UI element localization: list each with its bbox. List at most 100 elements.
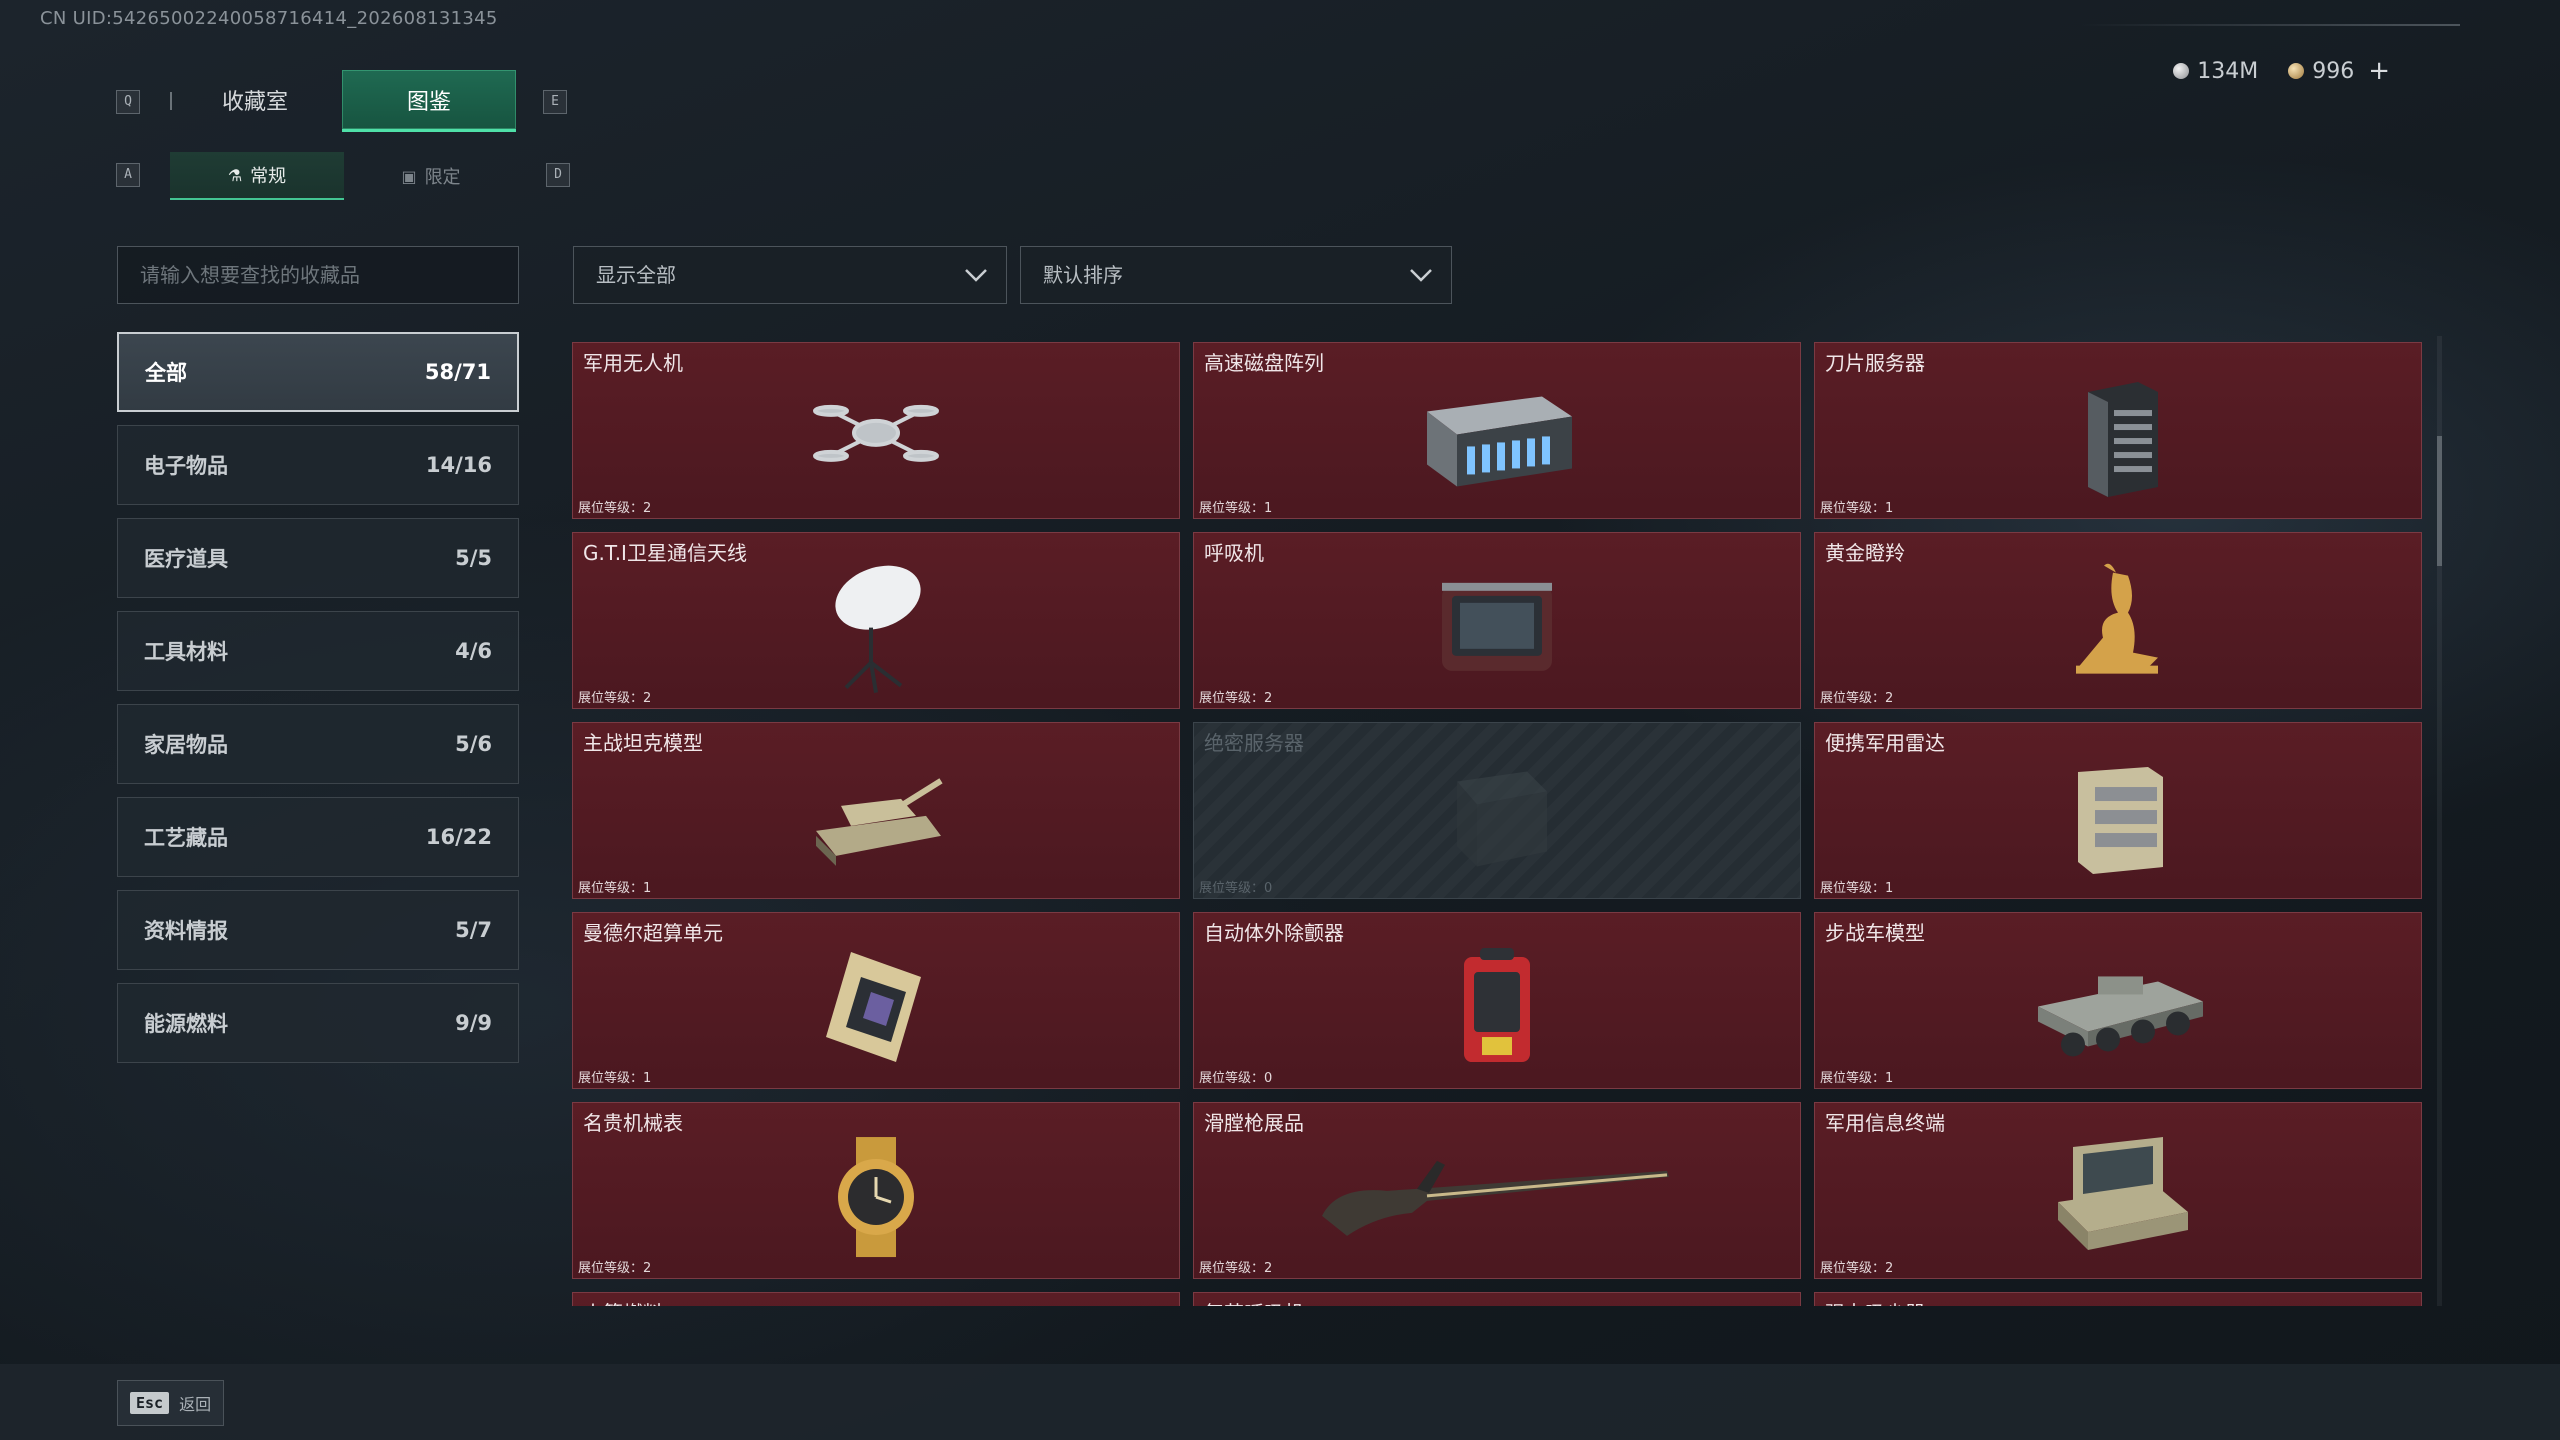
sort-dropdown[interactable]: 默认排序 bbox=[1020, 246, 1452, 304]
category-label: 医疗道具 bbox=[144, 547, 228, 571]
category-count: 4/6 bbox=[455, 639, 492, 663]
item-card[interactable]: 步战车模型 展位等级：1 bbox=[1814, 912, 2422, 1089]
item-level: 展位等级：2 bbox=[1820, 687, 1893, 706]
item-level-value: 2 bbox=[1264, 691, 1273, 706]
defibrillator-icon bbox=[1452, 942, 1542, 1076]
ventilator-icon bbox=[1432, 570, 1562, 684]
item-card[interactable]: 刀片服务器 展位等级：1 bbox=[1814, 342, 2422, 519]
item-card[interactable]: 军用无人机 展位等级：2 bbox=[572, 342, 1180, 519]
item-level-value: 1 bbox=[1885, 1071, 1894, 1086]
ifv-model-icon bbox=[2028, 946, 2208, 1070]
item-name: 强力吸尘器 bbox=[1825, 1297, 1925, 1306]
chip-icon bbox=[816, 942, 936, 1076]
image-icon: ▣ bbox=[401, 166, 417, 186]
subtab-regular[interactable]: ⚗ 常规 bbox=[170, 152, 344, 200]
search-input[interactable]: 请输入想要查找的收藏品 bbox=[117, 246, 519, 304]
item-card[interactable]: 呼吸机 展位等级：2 bbox=[1193, 532, 1801, 709]
category-label: 全部 bbox=[145, 361, 187, 385]
scrollbar-thumb[interactable] bbox=[2437, 436, 2442, 566]
category-tools[interactable]: 工具材料 4/6 bbox=[117, 611, 519, 691]
next-tab-key-hint: E bbox=[543, 90, 567, 114]
item-level-prefix: 展位等级： bbox=[1199, 881, 1265, 896]
item-level: 展位等级：2 bbox=[578, 1257, 651, 1276]
blade-server-icon bbox=[2068, 372, 2168, 506]
item-card[interactable]: 复苏呼吸机 bbox=[1193, 1292, 1801, 1306]
item-card[interactable]: 自动体外除颤器 展位等级：0 bbox=[1193, 912, 1801, 1089]
item-card[interactable]: 军用信息终端 展位等级：2 bbox=[1814, 1102, 2422, 1279]
item-name: 滑膛枪展品 bbox=[1204, 1111, 1304, 1135]
item-card[interactable]: 绝密服务器 展位等级：0 bbox=[1193, 722, 1801, 899]
item-name: 军用信息终端 bbox=[1825, 1111, 1945, 1135]
item-card[interactable]: 黄金瞪羚 展位等级：2 bbox=[1814, 532, 2422, 709]
category-household[interactable]: 家居物品 5/6 bbox=[117, 704, 519, 784]
silver-coin-icon bbox=[2173, 63, 2190, 79]
item-name: 自动体外除颤器 bbox=[1204, 921, 1344, 945]
sub-tabs: ⚗ 常规 ▣ 限定 bbox=[170, 152, 518, 200]
category-crafts[interactable]: 工艺藏品 16/22 bbox=[117, 797, 519, 877]
watch-icon bbox=[821, 1132, 931, 1266]
subtab-limited[interactable]: ▣ 限定 bbox=[344, 152, 518, 200]
sort-dropdown-value: 默认排序 bbox=[1043, 263, 1123, 287]
item-level-prefix: 展位等级： bbox=[1820, 501, 1886, 516]
item-level-prefix: 展位等级： bbox=[1199, 1071, 1265, 1086]
secret-server-icon bbox=[1437, 756, 1557, 880]
item-level: 展位等级：1 bbox=[1820, 1067, 1893, 1086]
chevron-down-icon bbox=[965, 269, 987, 282]
tab-collection-room[interactable]: 收藏室 bbox=[168, 70, 342, 132]
back-label: 返回 bbox=[179, 1395, 212, 1414]
item-level-value: 1 bbox=[1264, 501, 1273, 516]
item-card[interactable]: 曼德尔超算单元展位等级：1 bbox=[572, 912, 1180, 1089]
item-level-value: 1 bbox=[643, 881, 652, 896]
item-level-prefix: 展位等级： bbox=[578, 1261, 644, 1276]
item-card[interactable]: 名贵机械表 展位等级：2 bbox=[572, 1102, 1180, 1279]
subtab-regular-label: 常规 bbox=[250, 166, 287, 187]
tab-catalog[interactable]: 图鉴 bbox=[342, 70, 516, 132]
item-name: 曼德尔超算单元 bbox=[583, 921, 723, 945]
category-label: 能源燃料 bbox=[144, 1012, 228, 1036]
category-electronics[interactable]: 电子物品 14/16 bbox=[117, 425, 519, 505]
flask-icon: ⚗ bbox=[227, 165, 243, 185]
category-count: 5/6 bbox=[455, 732, 492, 756]
item-level-value: 1 bbox=[643, 1071, 652, 1086]
gold-amount: 996 bbox=[2312, 58, 2355, 84]
item-card[interactable]: 滑膛枪展品 展位等级：2 bbox=[1193, 1102, 1801, 1279]
item-name: G.T.I卫星通信天线 bbox=[583, 541, 747, 565]
item-grid-viewport[interactable]: 军用无人机 展位等级：2 高速磁盘阵列 展位等级：1 刀片服务器 展位等级：1 G.T.I卫… bbox=[572, 342, 2426, 1306]
item-card[interactable]: 便携军用雷达 展位等级：1 bbox=[1814, 722, 2422, 899]
currency-bar: 134M 996 + bbox=[2173, 54, 2390, 88]
category-intel[interactable]: 资料情报 5/7 bbox=[117, 890, 519, 970]
item-name: 火箭燃料 bbox=[583, 1297, 663, 1306]
category-all[interactable]: 全部 58/71 bbox=[117, 332, 519, 412]
item-name: 便携军用雷达 bbox=[1825, 731, 1945, 755]
item-card[interactable]: 强力吸尘器 bbox=[1814, 1292, 2422, 1306]
item-card[interactable]: 高速磁盘阵列 展位等级：1 bbox=[1193, 342, 1801, 519]
item-card[interactable]: 主战坦克模型 展位等级：1 bbox=[572, 722, 1180, 899]
gold-coin-icon bbox=[2288, 63, 2305, 79]
drone-icon bbox=[806, 380, 946, 494]
tab-separator bbox=[170, 92, 172, 110]
filter-dropdown[interactable]: 显示全部 bbox=[573, 246, 1007, 304]
satellite-dish-icon bbox=[816, 557, 936, 701]
category-medical[interactable]: 医疗道具 5/5 bbox=[117, 518, 519, 598]
item-level-prefix: 展位等级： bbox=[578, 881, 644, 896]
item-card[interactable]: 火箭燃料 bbox=[572, 1292, 1180, 1306]
category-label: 家居物品 bbox=[144, 733, 228, 757]
item-level: 展位等级：1 bbox=[578, 1067, 651, 1086]
add-currency-button[interactable]: + bbox=[2368, 56, 2390, 86]
category-list: 全部 58/71 电子物品 14/16 医疗道具 5/5 工具材料 4/6 家居… bbox=[117, 332, 519, 1076]
item-grid: 军用无人机 展位等级：2 高速磁盘阵列 展位等级：1 刀片服务器 展位等级：1 G.T.I卫… bbox=[572, 342, 2426, 1306]
item-level-prefix: 展位等级： bbox=[1820, 1261, 1886, 1276]
item-level: 展位等级：1 bbox=[1199, 497, 1272, 516]
category-label: 电子物品 bbox=[144, 454, 228, 478]
item-level: 展位等级：2 bbox=[578, 687, 651, 706]
category-energy[interactable]: 能源燃料 9/9 bbox=[117, 983, 519, 1063]
category-count: 5/5 bbox=[455, 546, 492, 570]
item-level-value: 1 bbox=[1885, 881, 1894, 896]
item-level: 展位等级：2 bbox=[1199, 687, 1272, 706]
item-level-value: 2 bbox=[643, 691, 652, 706]
silver-currency: 134M bbox=[2173, 59, 2258, 84]
scrollbar[interactable] bbox=[2437, 336, 2442, 1306]
back-button[interactable]: Esc 返回 bbox=[117, 1380, 225, 1426]
item-card[interactable]: G.T.I卫星通信天线展位等级：2 bbox=[572, 532, 1180, 709]
item-level-prefix: 展位等级： bbox=[1199, 1261, 1265, 1276]
